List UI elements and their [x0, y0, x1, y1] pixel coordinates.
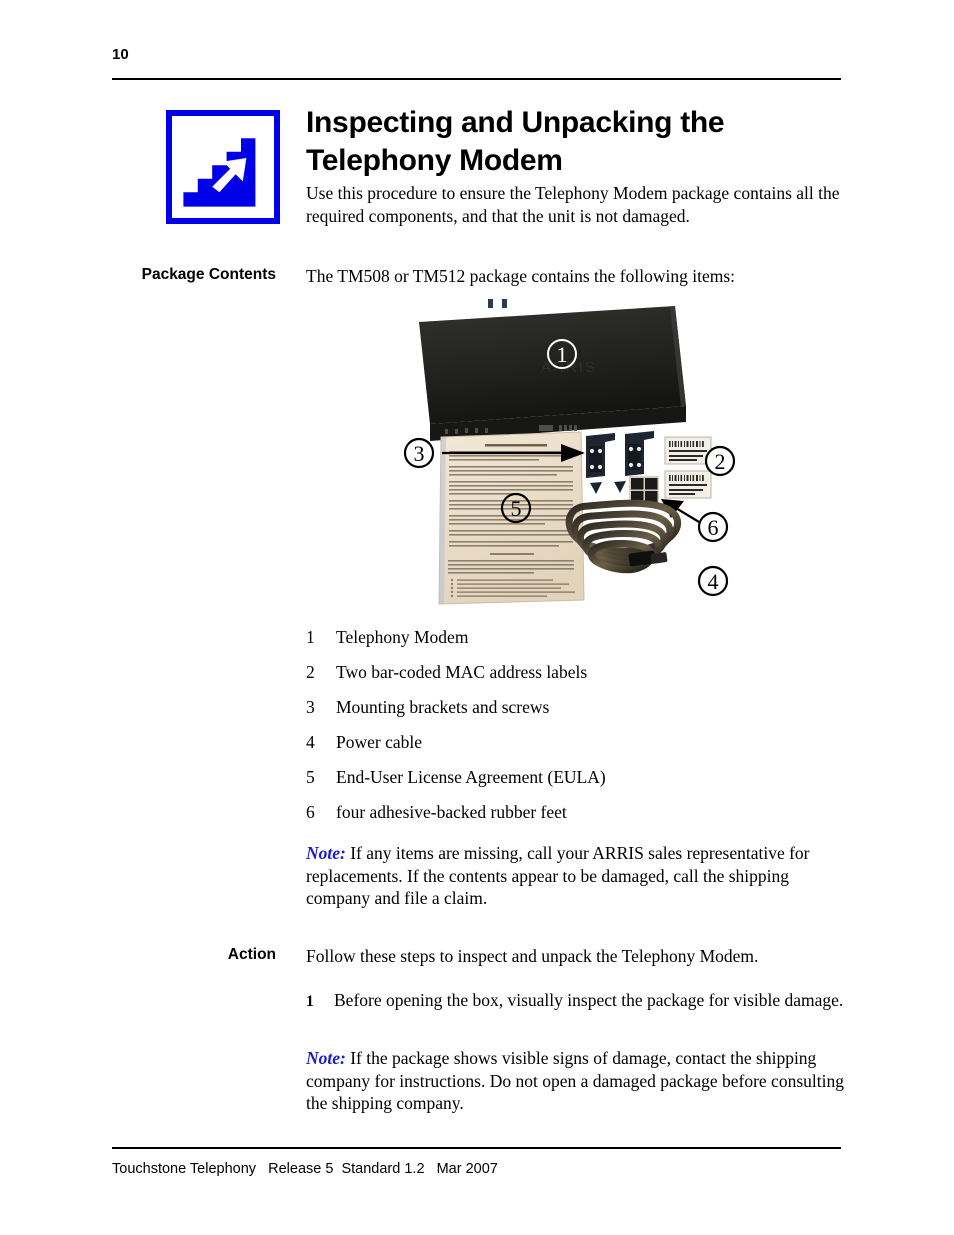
section-heading-action: Action	[227, 946, 276, 963]
note-lead-label: Note:	[306, 843, 346, 863]
list-item-number: 1	[306, 627, 315, 647]
list-item-label: Telephony Modem	[336, 627, 469, 647]
note-body-text: If any items are missing, call your ARRI…	[306, 843, 810, 908]
list-item: 2 Two bar-coded MAC address labels	[306, 661, 844, 683]
list-item-label: Mounting brackets and screws	[336, 697, 550, 717]
list-item: 5 End-User License Agreement (EULA)	[306, 766, 844, 788]
note-body-text: If the package shows visible signs of da…	[306, 1048, 844, 1113]
list-item-number: 3	[306, 697, 315, 717]
list-item-label: End-User License Agreement (EULA)	[336, 767, 606, 787]
list-item-number: 2	[306, 662, 315, 682]
page-title-line-1: Inspecting and Unpacking the	[306, 106, 725, 139]
action-note: Note: If the package shows visible signs…	[306, 1047, 844, 1115]
svg-text:5: 5	[511, 496, 522, 521]
list-item-number: 4	[306, 732, 315, 752]
action-step-number: 1	[306, 993, 314, 1010]
action-step: 1 Before opening the box, visually inspe…	[306, 989, 844, 1013]
note-lead-label: Note:	[306, 1048, 346, 1068]
list-item: 1 Telephony Modem	[306, 626, 844, 648]
package-contents-item-list: 1 Telephony Modem 2 Two bar-coded MAC ad…	[306, 626, 844, 836]
list-item: 4 Power cable	[306, 731, 844, 753]
action-intro: Follow these steps to inspect and unpack…	[306, 946, 759, 966]
telephony-modem-package-contents-photo: ARRIS 1 5 3 2 6 4	[393, 294, 738, 614]
section-heading-package-contents: Package Contents	[141, 266, 276, 283]
svg-text:1: 1	[557, 342, 568, 367]
svg-text:2: 2	[715, 449, 726, 474]
list-item: 3 Mounting brackets and screws	[306, 696, 844, 718]
page-title-line-2: Telephony Modem	[306, 144, 563, 177]
document-page: 10 Inspecting and Unpacking the Telephon…	[0, 0, 954, 1235]
list-item-number: 6	[306, 802, 315, 822]
page-number: 10	[112, 46, 129, 63]
footer-text: Touchstone Telephony Release 5 Standard …	[112, 1161, 498, 1177]
header-rule	[112, 78, 841, 80]
svg-text:4: 4	[708, 569, 719, 594]
package-contents-intro: The TM508 or TM512 package contains the …	[306, 266, 735, 286]
footer-rule	[112, 1147, 841, 1149]
list-item-number: 5	[306, 767, 315, 787]
svg-text:3: 3	[414, 441, 425, 466]
action-step-text: Before opening the box, visually inspect…	[334, 990, 844, 1010]
package-contents-note: Note: If any items are missing, call you…	[306, 842, 844, 910]
page-title: Inspecting and Unpacking the Telephony M…	[306, 104, 846, 180]
action-step-list: 1 Before opening the box, visually inspe…	[306, 989, 844, 1013]
list-item-label: Two bar-coded MAC address labels	[336, 662, 588, 682]
list-item: 6 four adhesive-backed rubber feet	[306, 801, 844, 823]
list-item-label: Power cable	[336, 732, 423, 752]
chapter-intro-text: Use this procedure to ensure the Telepho…	[306, 183, 840, 226]
stairs-up-arrow-icon	[166, 110, 280, 224]
list-item-label: four adhesive-backed rubber feet	[336, 802, 567, 822]
svg-text:6: 6	[708, 515, 719, 540]
